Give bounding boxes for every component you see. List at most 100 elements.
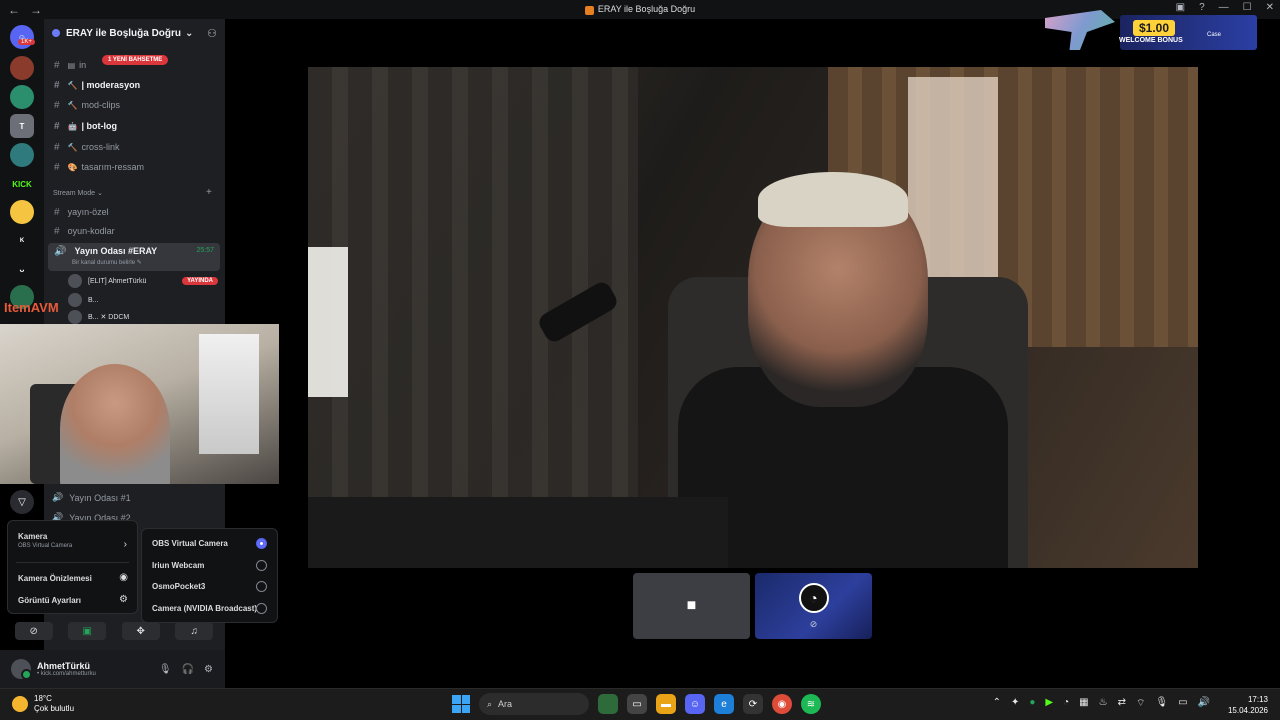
task-view-icon[interactable]: ▭ — [627, 694, 647, 714]
camera-option[interactable]: OBS Virtual Camera — [152, 539, 228, 548]
voice-icon: 🔊 — [54, 246, 67, 257]
tray-app-icon[interactable]: ◔ — [1063, 697, 1069, 710]
video-settings-item[interactable]: Görüntü Ayarları — [18, 596, 81, 605]
microphone-icon[interactable]: 🎙 — [159, 664, 172, 675]
channel-item[interactable]: # 🔨 mod-clips — [48, 95, 220, 115]
steam-icon[interactable]: ♨ — [1099, 697, 1108, 710]
channel-item[interactable]: # 🔨 cross-link — [48, 137, 220, 157]
voice-user[interactable]: B... ✕ DDCM — [68, 310, 218, 324]
server-icon[interactable] — [10, 56, 34, 80]
video-light — [308, 247, 348, 397]
camera-preview-item[interactable]: Kamera Önizlemesi — [18, 574, 92, 583]
obs-logo-icon: ◔ — [798, 582, 829, 613]
ad-banner[interactable]: $1.00 WELCOME BONUS Case — [1045, 8, 1257, 58]
menu-divider — [16, 562, 129, 563]
camera-option[interactable]: Iriun Webcam — [152, 561, 204, 570]
ad-amount: $1.00 — [1133, 20, 1176, 36]
voice-controls: ⊘ ▣ ✥ ♫ — [7, 620, 221, 642]
tray-app-icon[interactable]: ⇄ — [1118, 697, 1126, 710]
radio-button[interactable] — [256, 603, 267, 614]
home-icon[interactable]: ☺ — [10, 25, 34, 49]
add-channel-icon[interactable]: + — [206, 187, 212, 198]
tray-app-icon[interactable]: ✦ — [1011, 697, 1019, 710]
ad-gun-image — [1045, 10, 1115, 50]
avatar — [68, 310, 82, 324]
server-icon[interactable]: T — [10, 114, 34, 138]
radio-button[interactable] — [256, 581, 267, 592]
tray-app-icon[interactable]: ▦ — [1079, 697, 1088, 710]
close-icon[interactable]: ✕ — [1266, 2, 1274, 13]
taskbar: 18°C Çok bulutlu ⌕ Ara ▭ ▬ ☺ e ⟳ ◉ ≋ ⌃ ✦… — [0, 688, 1280, 720]
participant-tile-obs[interactable]: ◔ ⊘ — [755, 573, 872, 639]
voice-channel[interactable]: 🔊 Yayın Odası #1 — [52, 492, 131, 503]
widget-icon[interactable] — [598, 694, 618, 714]
participant-tile-camera[interactable]: ■ — [633, 573, 750, 639]
weather-widget[interactable]: 18°C Çok bulutlu — [12, 694, 74, 714]
server-icon[interactable]: K — [10, 229, 34, 253]
new-mention-pill[interactable]: 1 YENİ BAHSETME — [102, 55, 169, 65]
activities-button[interactable]: ✥ — [121, 622, 160, 640]
clock[interactable]: 17:13 15.04.2026 — [1228, 694, 1268, 716]
category-header[interactable]: Stream Mode ⌄ — [53, 189, 103, 197]
camera-submenu: OBS Virtual Camera Iriun Webcam OsmoPock… — [141, 528, 278, 623]
channel-item[interactable]: # oyun-kodlar — [48, 221, 220, 241]
channel-item[interactable]: # yayın-özel — [48, 202, 220, 222]
camera-menu-item[interactable]: Kamera OBS Virtual Camera — [18, 532, 72, 549]
server-icon[interactable]: ▽ — [10, 490, 34, 514]
chrome-icon[interactable]: ◉ — [772, 694, 792, 714]
active-voice-channel[interactable]: 🔊 Yayın Odası #ERAY Bir kanal durumu bel… — [48, 243, 220, 271]
chevron-up-icon[interactable]: ⌃ — [993, 697, 1001, 710]
edge-icon[interactable]: e — [714, 694, 734, 714]
camera-off-button[interactable]: ⊘ — [14, 622, 53, 640]
discord-icon[interactable]: ☺ — [685, 694, 705, 714]
itemavm-logo: ItemAVM — [4, 300, 59, 315]
network-icon[interactable]: ▭ — [1178, 697, 1187, 710]
user-name[interactable]: AhmetTürkü • kick.com/ahmetturku — [37, 661, 96, 677]
channel-item[interactable]: # ▤ in 1 YENİ BAHSETME — [48, 55, 220, 75]
tray-app-icon[interactable]: ● — [1029, 697, 1035, 710]
tray-app-icon[interactable]: ▶ — [1045, 697, 1053, 710]
server-icon[interactable]: ᴗ — [10, 257, 34, 281]
channel-status[interactable]: Bir kanal durumu belirle ✎ — [72, 259, 142, 266]
server-icon[interactable] — [10, 143, 34, 167]
avatar[interactable] — [11, 659, 32, 680]
channel-emoji: 🔨 — [67, 100, 78, 110]
microphone-icon[interactable]: 🎙 — [1155, 697, 1168, 710]
soundboard-button[interactable]: ♫ — [175, 622, 214, 640]
forward-arrow-icon[interactable]: → — [30, 3, 42, 17]
kick-server-icon[interactable]: KICK — [10, 172, 34, 196]
wifi-icon[interactable]: ⌔ — [1136, 697, 1145, 710]
guild-header[interactable]: ERAY ile Boşluğa Doğru ⌄ ⚇ — [44, 19, 225, 47]
back-arrow-icon[interactable]: ← — [8, 3, 20, 17]
channel-item[interactable]: # 🔨 | moderasyon — [48, 75, 220, 95]
headset-icon[interactable]: 🎧 — [182, 664, 194, 675]
search-box[interactable]: ⌕ Ara — [479, 693, 589, 715]
radio-selected[interactable] — [256, 538, 267, 549]
eye-icon: ◉ — [119, 572, 128, 583]
stream-video[interactable] — [308, 67, 1198, 568]
hash-icon: # — [54, 79, 60, 91]
screen-share-button[interactable]: ▣ — [68, 622, 107, 640]
voice-user[interactable]: [ELIT] AhmetTürkü YAYINDA — [68, 272, 218, 290]
camera-context-menu: Kamera OBS Virtual Camera › Kamera Önizl… — [7, 520, 138, 614]
video-camera-icon: ■ — [686, 597, 697, 614]
voice-user[interactable]: B... — [68, 291, 218, 309]
server-icon[interactable] — [10, 85, 34, 109]
hash-icon: # — [54, 141, 60, 153]
webcam-window — [199, 334, 259, 454]
gear-icon[interactable]: ⚙ — [204, 664, 213, 675]
spotify-icon[interactable]: ≋ — [801, 694, 821, 714]
file-explorer-icon[interactable]: ▬ — [656, 694, 676, 714]
camera-option[interactable]: Camera (NVIDIA Broadcast) — [152, 604, 257, 613]
server-icon[interactable] — [10, 200, 34, 224]
add-member-icon[interactable]: ⚇ — [207, 27, 217, 40]
channel-item[interactable]: # 🎨 tasarım-ressam — [48, 157, 220, 177]
volume-icon[interactable]: 🔊 — [1198, 697, 1210, 710]
camera-option[interactable]: OsmoPocket3 — [152, 582, 205, 591]
hash-icon: # — [54, 120, 60, 132]
app-icon[interactable]: ⟳ — [743, 694, 763, 714]
camera-off-icon: ⊘ — [809, 618, 818, 629]
start-button[interactable] — [452, 695, 470, 713]
channel-item[interactable]: # 🤖 | bot-log — [48, 116, 220, 136]
radio-button[interactable] — [256, 560, 267, 571]
